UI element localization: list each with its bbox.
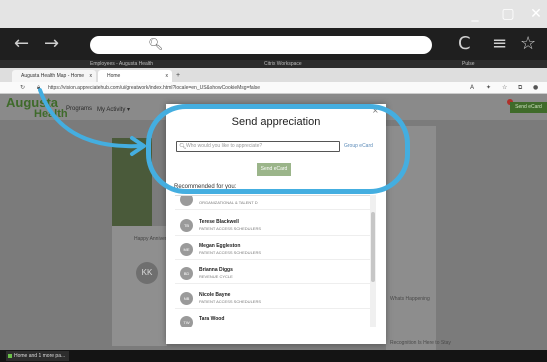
list-item[interactable]: ME Megan Eggleston PATIENT ACCESS SCHEDU… (175, 238, 371, 260)
tab-label: Home (107, 73, 121, 79)
inner-tab-strip: Augusta Health Map - Home x Home x + (0, 68, 547, 82)
list-item[interactable]: NB Nicole Bayne PATIENT ACCESS SCHEDULER… (175, 287, 371, 309)
citrix-workspace-bar: Employees - Augusta Health Citrix Worksp… (0, 60, 547, 68)
avatar: ME (180, 243, 193, 256)
avatar (180, 196, 193, 206)
refresh-icon[interactable]: ↻ (20, 82, 25, 94)
tab-augusta-health-map[interactable]: Augusta Health Map - Home x (12, 70, 96, 82)
header-send-ecard-button[interactable]: Send eCard (510, 102, 547, 113)
outer-address-bar[interactable]: 🔍︎ (90, 36, 432, 54)
right-panel-line: Whats Happening (390, 296, 430, 302)
new-tab-icon[interactable]: + (176, 70, 180, 82)
annotation-highlight-ring (146, 104, 410, 194)
recommendation-dept: PATIENT ACCESS SCHEDULERS (199, 299, 262, 304)
tab-close-icon[interactable]: x (90, 70, 93, 82)
read-aloud-icon[interactable]: A (470, 82, 474, 94)
list-scrollbar-thumb[interactable] (371, 212, 375, 282)
forward-arrow-icon[interactable]: → (44, 34, 59, 54)
app-icon (8, 354, 12, 358)
close-icon[interactable]: ✕ (528, 6, 544, 22)
favorite-star-icon[interactable]: ☆ (502, 82, 507, 94)
recommendation-dept: REVENUE CYCLE (199, 274, 233, 279)
avatar: KK (136, 262, 158, 284)
list-item[interactable]: BD Brianna Diggs REVENUE CYCLE (175, 262, 371, 284)
search-icon: 🔍︎ (148, 37, 164, 51)
avatar: NB (180, 292, 193, 305)
taskbar-item-label: Home and 1 more pa... (14, 353, 66, 359)
recommendation-dept: PATIENT ACCESS SCHEDULERS (199, 250, 262, 255)
maximize-icon[interactable]: ▢ (500, 6, 516, 22)
menu-icon[interactable]: ≡ (492, 34, 507, 54)
recommendation-dept: PATIENT ACCESS SCHEDULERS (199, 226, 262, 231)
citrix-left-label[interactable]: Employees - Augusta Health (90, 60, 153, 68)
recommendation-list: ORGANIZATIONAL & TALENT D TB Terese Blac… (175, 195, 375, 327)
recommendation-dept: ORGANIZATIONAL & TALENT D (199, 200, 258, 205)
recommendation-name: Brianna Diggs (199, 267, 233, 273)
outer-window-titlebar (0, 0, 547, 28)
profile-icon[interactable]: ● (533, 82, 538, 94)
back-arrow-icon[interactable]: ← (14, 34, 29, 54)
recommendation-name: Megan Eggleston (199, 243, 241, 249)
citrix-center-label[interactable]: Citrix Workspace (264, 60, 302, 68)
recommendation-name: Terese Blackwell (199, 219, 239, 225)
avatar: TB (180, 219, 193, 232)
list-item[interactable]: TB Terese Blackwell PATIENT ACCESS SCHED… (175, 214, 371, 236)
collections-icon[interactable]: ⧉ (518, 82, 522, 94)
minimize-icon[interactable]: _ (467, 6, 483, 22)
list-item[interactable]: ORGANIZATIONAL & TALENT D (175, 196, 371, 210)
tab-home[interactable]: Home x (98, 70, 172, 82)
annotation-arrow-icon (36, 86, 156, 162)
refresh-icon[interactable]: C (458, 34, 471, 54)
taskbar-item-home[interactable]: Home and 1 more pa... (6, 351, 70, 361)
tab-label: Augusta Health Map - Home (21, 73, 85, 79)
left-feed-card (112, 226, 167, 346)
avatar: BD (180, 267, 193, 280)
favorite-star-icon[interactable]: ☆ (520, 34, 536, 54)
avatar: TW (180, 316, 193, 327)
citrix-right-label[interactable]: Pulse (462, 60, 475, 68)
extensions-icon[interactable]: ✦ (486, 82, 491, 94)
taskbar (0, 350, 547, 362)
right-panel-line: Recognition Is Here to Stay (390, 340, 451, 346)
recommendation-name: Tara Wood (199, 316, 225, 322)
recommendation-name: Nicole Bayne (199, 292, 231, 298)
tab-close-icon[interactable]: x (166, 70, 169, 82)
list-item[interactable]: TW Tara Wood (175, 311, 371, 327)
